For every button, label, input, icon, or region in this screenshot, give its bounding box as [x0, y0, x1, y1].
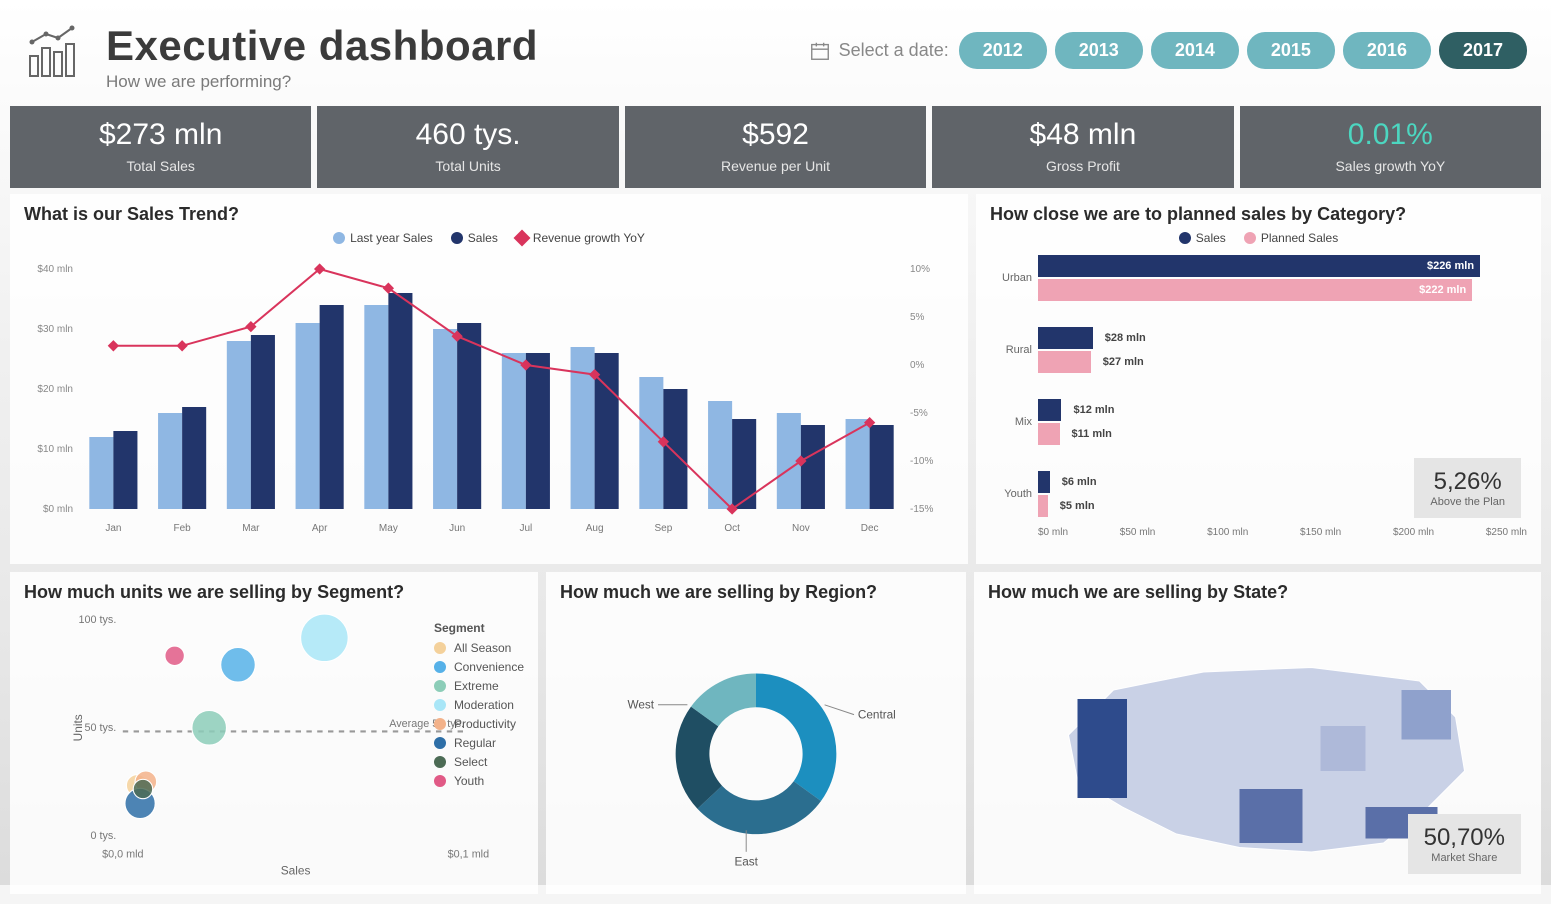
page-title: Executive dashboard — [106, 22, 538, 70]
legend-revenue-growth: Revenue growth YoY — [533, 231, 645, 245]
svg-text:0 tys.: 0 tys. — [91, 830, 117, 842]
segment-legend-item[interactable]: Regular — [434, 736, 524, 750]
svg-text:-15%: -15% — [910, 504, 933, 515]
svg-text:Apr: Apr — [312, 523, 328, 534]
year-button-2013[interactable]: 2013 — [1055, 32, 1143, 69]
svg-text:0%: 0% — [910, 360, 925, 371]
svg-text:-5%: -5% — [910, 408, 928, 419]
sales-trend-legend: Last year Sales Sales Revenue growth YoY — [24, 231, 954, 245]
page-subtitle: How we are performing? — [106, 72, 538, 92]
svg-text:Jan: Jan — [105, 523, 121, 534]
market-share-callout: 50,70% Market Share — [1408, 814, 1521, 874]
svg-text:$30 mln: $30 mln — [37, 324, 73, 335]
svg-text:$10 mln: $10 mln — [37, 444, 73, 455]
kpi-value: 0.01% — [1244, 118, 1537, 152]
segment-legend-item[interactable]: Convenience — [434, 660, 524, 674]
year-button-2017[interactable]: 2017 — [1439, 32, 1527, 69]
market-share-label: Market Share — [1424, 852, 1505, 864]
kpi-label: Total Sales — [14, 158, 307, 174]
kpi-label: Gross Profit — [936, 158, 1229, 174]
svg-text:West: West — [628, 699, 655, 712]
segment-legend-item[interactable]: Select — [434, 755, 524, 769]
kpi-value: $273 mln — [14, 118, 307, 152]
kpi-value: $592 — [629, 118, 922, 152]
kpi-card: $273 mln Total Sales — [10, 106, 311, 188]
planned-sales-title: How close we are to planned sales by Cat… — [990, 204, 1527, 225]
svg-text:Mar: Mar — [242, 523, 260, 534]
kpi-card: $592 Revenue per Unit — [625, 106, 926, 188]
svg-text:Sep: Sep — [654, 523, 672, 534]
svg-text:100 tys.: 100 tys. — [79, 614, 117, 626]
svg-text:Central: Central — [858, 709, 896, 722]
sales-trend-title: What is our Sales Trend? — [24, 204, 954, 225]
planned-legend: Sales Planned Sales — [990, 231, 1527, 245]
segment-title: How much units we are selling by Segment… — [24, 582, 524, 603]
kpi-card: $48 mln Gross Profit — [932, 106, 1233, 188]
svg-text:Nov: Nov — [792, 523, 810, 534]
state-title: How much we are selling by State? — [988, 582, 1527, 603]
planned-sales-panel: How close we are to planned sales by Cat… — [976, 194, 1541, 564]
dashboard-logo-icon — [24, 22, 88, 80]
legend-plan: Planned Sales — [1261, 231, 1338, 245]
segment-legend-item[interactable]: Moderation — [434, 698, 524, 712]
kpi-card: 460 tys. Total Units — [317, 106, 618, 188]
region-donut-chart[interactable]: Central East West — [560, 609, 952, 879]
year-button-2014[interactable]: 2014 — [1151, 32, 1239, 69]
kpi-label: Sales growth YoY — [1244, 158, 1537, 174]
svg-text:Dec: Dec — [861, 523, 879, 534]
above-plan-value: 5,26% — [1430, 468, 1505, 496]
legend-last-year: Last year Sales — [350, 231, 433, 245]
year-button-2012[interactable]: 2012 — [959, 32, 1047, 69]
segment-panel: How much units we are selling by Segment… — [10, 572, 538, 894]
svg-text:Aug: Aug — [586, 523, 604, 534]
svg-text:Oct: Oct — [724, 523, 740, 534]
svg-text:$20 mln: $20 mln — [37, 384, 73, 395]
kpi-value: 460 tys. — [321, 118, 614, 152]
year-button-2015[interactable]: 2015 — [1247, 32, 1335, 69]
region-panel: How much we are selling by Region? Centr… — [546, 572, 966, 894]
svg-text:Jul: Jul — [519, 523, 532, 534]
date-picker-label: Select a date: — [839, 40, 949, 61]
calendar-icon — [809, 40, 831, 62]
svg-text:Jun: Jun — [449, 523, 465, 534]
kpi-value: $48 mln — [936, 118, 1229, 152]
date-picker: Select a date: 201220132014201520162017 — [809, 22, 1527, 69]
segment-legend-item[interactable]: Productivity — [434, 717, 524, 731]
market-share-value: 50,70% — [1424, 824, 1505, 852]
legend-planned-sales: Sales — [1196, 231, 1226, 245]
svg-text:May: May — [379, 523, 398, 534]
svg-text:$0,1 mld: $0,1 mld — [448, 848, 489, 860]
above-plan-label: Above the Plan — [1430, 496, 1505, 508]
svg-text:10%: 10% — [910, 264, 930, 275]
svg-text:50 tys.: 50 tys. — [85, 722, 117, 734]
svg-text:$0 mln: $0 mln — [43, 504, 73, 515]
segment-legend-item[interactable]: All Season — [434, 641, 524, 655]
above-plan-callout: 5,26% Above the Plan — [1414, 458, 1521, 518]
kpi-card: 0.01% Sales growth YoY — [1240, 106, 1541, 188]
kpi-label: Revenue per Unit — [629, 158, 922, 174]
year-button-2016[interactable]: 2016 — [1343, 32, 1431, 69]
svg-text:$40 mln: $40 mln — [37, 264, 73, 275]
sales-trend-panel: What is our Sales Trend? Last year Sales… — [10, 194, 968, 564]
svg-text:$0,0 mld: $0,0 mld — [102, 848, 143, 860]
legend-sales: Sales — [468, 231, 498, 245]
header: Executive dashboard How we are performin… — [0, 0, 1551, 100]
svg-text:Units: Units — [71, 714, 85, 741]
sales-trend-chart[interactable]: $0 mln $10 mln $20 mln $30 mln $40 mln -15% -1… — [24, 249, 954, 549]
svg-text:Feb: Feb — [174, 523, 192, 534]
svg-text:East: East — [734, 856, 758, 869]
segment-legend: Segment All Season Convenience Extreme Mode… — [434, 616, 524, 793]
segment-legend-title: Segment — [434, 621, 524, 635]
segment-legend-item[interactable]: Youth — [434, 774, 524, 788]
segment-legend-item[interactable]: Extreme — [434, 679, 524, 693]
svg-text:-10%: -10% — [910, 456, 933, 467]
kpi-label: Total Units — [321, 158, 614, 174]
region-title: How much we are selling by Region? — [560, 582, 952, 603]
state-panel: How much we are selling by State? 50,70%… — [974, 572, 1541, 894]
svg-text:Sales: Sales — [281, 864, 311, 878]
svg-text:5%: 5% — [910, 312, 925, 323]
kpi-row: $273 mln Total Sales 460 tys. Total Units $5… — [0, 100, 1551, 194]
